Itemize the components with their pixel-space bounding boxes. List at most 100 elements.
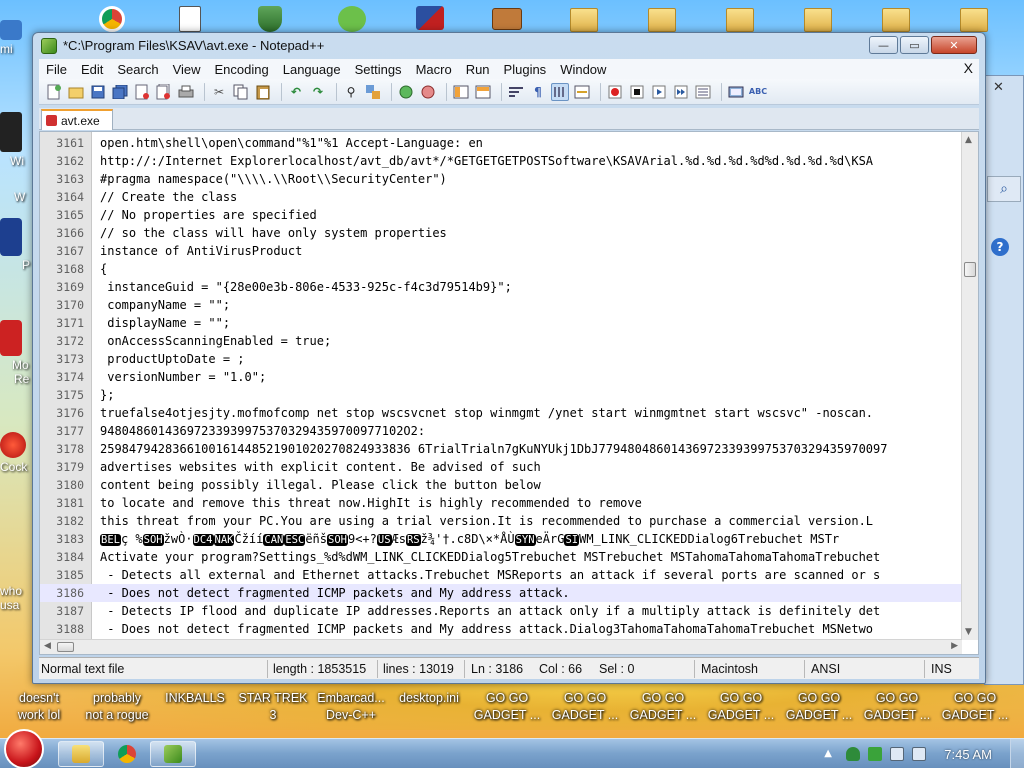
background-window[interactable]: ✕ ⌕ ? bbox=[984, 75, 1024, 685]
close-button[interactable]: ✕ bbox=[931, 36, 977, 54]
minimize-button[interactable]: — bbox=[869, 36, 898, 54]
text-line[interactable]: 3178 259847942836610016144852190102027082… bbox=[40, 440, 962, 458]
text-line[interactable]: 3166 // so the class will have only syste… bbox=[40, 224, 962, 242]
text-line[interactable]: 3181 to locate and remove this threat now… bbox=[40, 494, 962, 512]
scroll-left-icon[interactable]: ◀ bbox=[44, 641, 51, 651]
text-line[interactable]: 3161 open.htm\shell\open\command"%1"%1 Ac… bbox=[40, 134, 962, 152]
text-line[interactable]: 3169 instanceGuid = "{28e00e3b-806e-4533… bbox=[40, 278, 962, 296]
horizontal-scrollbar[interactable]: ◀ ▶ bbox=[40, 639, 962, 654]
menu-encoding[interactable]: Encoding bbox=[208, 62, 276, 77]
desktop-icon-label[interactable]: GO GO GADGET ... bbox=[858, 690, 936, 724]
scroll-down-icon[interactable]: ▼ bbox=[965, 627, 972, 637]
line-text[interactable]: this threat from your PC.You are using a… bbox=[100, 512, 960, 530]
line-text[interactable]: http://:/Internet Explorerlocalhost/avt_… bbox=[100, 152, 960, 170]
text-line[interactable]: 3168 { bbox=[40, 260, 962, 278]
redo-icon[interactable]: ↷ bbox=[309, 83, 327, 101]
scroll-right-icon[interactable]: ▶ bbox=[951, 641, 958, 651]
line-text[interactable]: 2598479428366100161448521901020270824933… bbox=[100, 440, 960, 458]
text-content[interactable]: 3161 open.htm\shell\open\command"%1"%1 Ac… bbox=[40, 134, 962, 640]
desktop-icon-label[interactable]: doesn't work lol bbox=[0, 690, 78, 724]
desktop-folder-icon[interactable] bbox=[718, 6, 762, 34]
line-text[interactable]: BELç %SOHžwÒ·DC4 NAKČžííCAN ESCëñšSOH9<+?U… bbox=[100, 530, 960, 549]
cut-icon[interactable]: ✂ bbox=[210, 83, 228, 101]
find-icon[interactable]: ⚲ bbox=[342, 83, 360, 101]
line-text[interactable]: versionNumber = "1.0"; bbox=[100, 368, 960, 386]
text-line[interactable]: 3175}; bbox=[40, 386, 962, 404]
save-all-icon[interactable] bbox=[111, 83, 129, 101]
horizontal-scroll-thumb[interactable] bbox=[57, 642, 74, 652]
text-line[interactable]: 3164 // Create the class bbox=[40, 188, 962, 206]
save-macro-icon[interactable] bbox=[694, 83, 712, 101]
desktop-icon-label[interactable]: GO GO GADGET ... bbox=[702, 690, 780, 724]
text-line[interactable]: 3176 truefalse4otjesjty.mofmofcomp net st… bbox=[40, 404, 962, 422]
line-text[interactable]: - Detects IP flood and duplicate IP addr… bbox=[100, 602, 960, 620]
stop-icon[interactable] bbox=[628, 83, 646, 101]
menu-view[interactable]: View bbox=[166, 62, 208, 77]
zoom-in-icon[interactable] bbox=[397, 83, 415, 101]
launch-icon[interactable] bbox=[727, 83, 745, 101]
spellcheck-icon[interactable]: ABC bbox=[749, 83, 767, 101]
scroll-up-icon[interactable]: ▲ bbox=[965, 135, 972, 145]
battery-icon[interactable] bbox=[868, 747, 883, 761]
run-multi-icon[interactable] bbox=[672, 83, 690, 101]
vertical-scroll-thumb[interactable] bbox=[964, 262, 976, 277]
desktop-icon-chrome[interactable] bbox=[90, 6, 134, 34]
line-text[interactable]: open.htm\shell\open\command"%1"%1 Accept… bbox=[100, 134, 960, 152]
menu-edit[interactable]: Edit bbox=[74, 62, 110, 77]
line-text[interactable]: // No properties are specified bbox=[100, 206, 960, 224]
line-text[interactable]: displayName = ""; bbox=[100, 314, 960, 332]
text-line[interactable]: 3184 Activate your program?Settings_%d%dW… bbox=[40, 548, 962, 566]
text-line[interactable]: 3163 #pragma namespace("\\\\.\\Root\\Secu… bbox=[40, 170, 962, 188]
text-line[interactable]: 3182 this threat from your PC.You are usi… bbox=[40, 512, 962, 530]
line-text[interactable]: }; bbox=[100, 386, 960, 404]
desktop-icon-label[interactable]: probably not a rogue bbox=[78, 690, 156, 724]
line-text[interactable]: - Does not detect fragmented ICMP packet… bbox=[100, 620, 960, 638]
menu-window[interactable]: Window bbox=[553, 62, 613, 77]
line-text[interactable]: advertises websites with explicit conten… bbox=[100, 458, 960, 476]
desktop-icon-label[interactable]: Embarcad... Dev-C++ bbox=[312, 690, 390, 724]
menu-settings[interactable]: Settings bbox=[348, 62, 409, 77]
text-line[interactable]: 3173 productUptoDate = ; bbox=[40, 350, 962, 368]
text-line[interactable]: 3179 advertises websites with explicit co… bbox=[40, 458, 962, 476]
desktop-icon-label[interactable]: GO GO GADGET ... bbox=[468, 690, 546, 724]
replace-icon[interactable] bbox=[364, 83, 382, 101]
desktop-icon-label[interactable]: GO GO GADGET ... bbox=[936, 690, 1014, 724]
editor-area[interactable]: 3161 open.htm\shell\open\command"%1"%1 Ac… bbox=[39, 131, 979, 655]
menu-macro[interactable]: Macro bbox=[409, 62, 459, 77]
desktop-folder-icon[interactable] bbox=[562, 6, 606, 34]
print-icon[interactable] bbox=[177, 83, 195, 101]
taskbar-notepadpp-button[interactable] bbox=[150, 741, 196, 767]
desktop-icon-label[interactable]: STAR TREK 3 bbox=[234, 690, 312, 724]
close-document-button[interactable]: X bbox=[964, 60, 973, 76]
network-icon[interactable] bbox=[890, 747, 905, 761]
new-icon[interactable] bbox=[45, 83, 63, 101]
line-text[interactable]: // Create the class bbox=[100, 188, 960, 206]
text-line[interactable]: 3186 - Does not detect fragmented ICMP p… bbox=[40, 584, 962, 602]
menu-plugins[interactable]: Plugins bbox=[497, 62, 554, 77]
desktop-icon-app[interactable] bbox=[408, 6, 452, 34]
line-text[interactable]: onAccessScanningEnabled = true; bbox=[100, 332, 960, 350]
desktop-icon-shield[interactable] bbox=[248, 6, 292, 34]
text-line[interactable]: 3180 content being possibly illegal. Plea… bbox=[40, 476, 962, 494]
show-desktop-button[interactable] bbox=[1010, 739, 1024, 768]
text-line[interactable]: 3165 // No properties are specified bbox=[40, 206, 962, 224]
vertical-scrollbar[interactable]: ▲ ▼ bbox=[961, 132, 978, 640]
undo-icon[interactable]: ↶ bbox=[287, 83, 305, 101]
text-line[interactable]: 3174 versionNumber = "1.0"; bbox=[40, 368, 962, 386]
search-icon[interactable]: ⌕ bbox=[987, 176, 1021, 202]
indent-guide-icon[interactable] bbox=[551, 82, 569, 101]
line-text[interactable]: truefalse4otjesjty.mofmofcomp net stop w… bbox=[100, 404, 960, 422]
sync-h-icon[interactable] bbox=[474, 83, 492, 101]
desktop-icon-label[interactable]: INKBALLS bbox=[156, 690, 234, 707]
volume-icon[interactable] bbox=[912, 747, 927, 761]
save-icon[interactable] bbox=[89, 83, 107, 101]
line-text[interactable]: instance of AntiVirusProduct bbox=[100, 242, 960, 260]
text-line[interactable]: 3172 onAccessScanningEnabled = true; bbox=[40, 332, 962, 350]
line-text[interactable]: Activate your program?Settings_%d%dWM_LI… bbox=[100, 548, 960, 566]
taskbar-chrome-button[interactable] bbox=[104, 741, 150, 767]
line-text[interactable]: companyName = ""; bbox=[100, 296, 960, 314]
text-line[interactable]: 3170 companyName = ""; bbox=[40, 296, 962, 314]
line-text[interactable]: #pragma namespace("\\\\.\\Root\\Security… bbox=[100, 170, 960, 188]
start-button[interactable] bbox=[4, 729, 44, 768]
menu-run[interactable]: Run bbox=[459, 62, 497, 77]
